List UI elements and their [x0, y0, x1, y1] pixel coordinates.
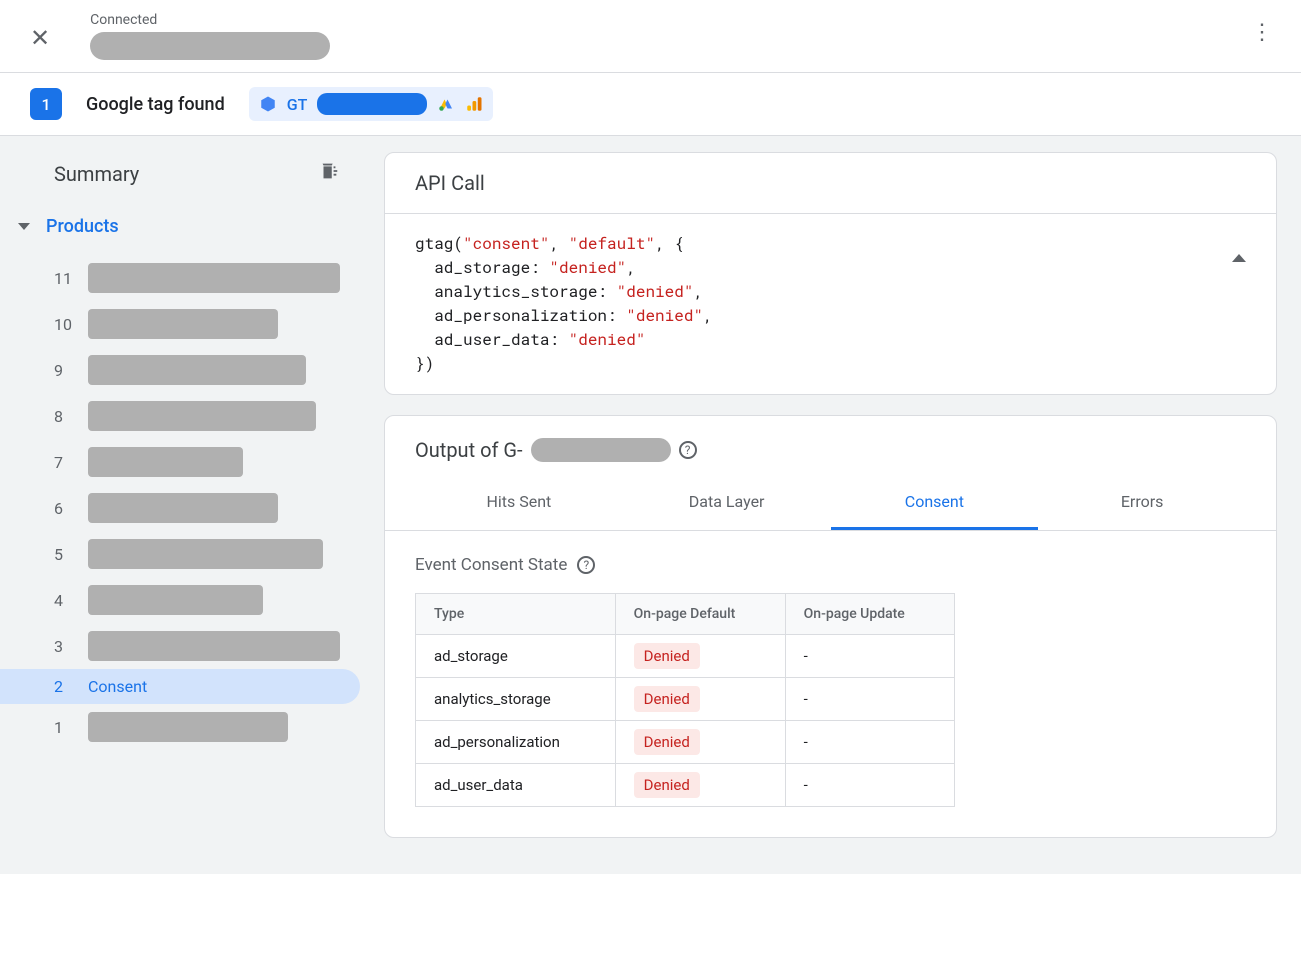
- denied-badge: Denied: [634, 643, 700, 669]
- event-label: Consent: [88, 677, 147, 696]
- consent-table: TypeOn-page DefaultOn-page Update ad_sto…: [415, 593, 955, 807]
- products-label: Products: [46, 216, 119, 237]
- consent-update: -: [785, 764, 954, 807]
- event-label-redacted: [88, 263, 340, 293]
- google-ads-icon: [437, 95, 455, 113]
- connected-label: Connected: [90, 12, 330, 28]
- more-menu-icon[interactable]: ⋮: [1243, 12, 1281, 53]
- event-number: 8: [54, 407, 74, 426]
- event-number: 4: [54, 591, 74, 610]
- event-label-redacted: [88, 447, 243, 477]
- sidebar-item[interactable]: 6: [0, 485, 360, 531]
- event-label-redacted: [88, 539, 323, 569]
- event-label-redacted: [88, 712, 288, 742]
- denied-badge: Denied: [634, 772, 700, 798]
- gt-prefix: GT: [287, 95, 308, 114]
- table-row: analytics_storage Denied -: [416, 678, 955, 721]
- tab-data-layer[interactable]: Data Layer: [623, 476, 831, 530]
- event-label-redacted: [88, 401, 316, 431]
- close-icon[interactable]: ✕: [30, 12, 70, 52]
- output-tabs: Hits SentData LayerConsentErrors: [385, 476, 1276, 531]
- event-label-redacted: [88, 493, 278, 523]
- event-number: 1: [54, 718, 74, 737]
- clear-icon[interactable]: [318, 160, 340, 188]
- sidebar-item[interactable]: 8: [0, 393, 360, 439]
- table-row: ad_personalization Denied -: [416, 721, 955, 764]
- sidebar: Summary Products 11 10 9 8 7 6 5 4 3 2 Consent 1: [0, 136, 360, 874]
- gt-id-redacted: [317, 93, 427, 115]
- tab-hits-sent[interactable]: Hits Sent: [415, 476, 623, 530]
- analytics-icon: [465, 95, 483, 113]
- consent-type: analytics_storage: [416, 678, 616, 721]
- event-number: 9: [54, 361, 74, 380]
- products-header[interactable]: Products: [0, 216, 360, 237]
- tag-found-text: Google tag found: [86, 94, 225, 115]
- tag-pill[interactable]: GT: [249, 87, 494, 121]
- consent-update: -: [785, 635, 954, 678]
- consent-default: Denied: [615, 635, 785, 678]
- gtag-icon: [259, 95, 277, 113]
- collapse-icon[interactable]: [1232, 232, 1246, 256]
- output-panel: Output of G- ? Hits SentData LayerConsen…: [384, 415, 1277, 838]
- event-consent-title: Event Consent State: [415, 555, 567, 575]
- consent-section: Event Consent State ? TypeOn-page Defaul…: [385, 531, 1276, 837]
- sidebar-item[interactable]: 5: [0, 531, 360, 577]
- event-label-redacted: [88, 355, 306, 385]
- event-list: 11 10 9 8 7 6 5 4 3 2 Consent 1: [0, 255, 360, 750]
- consent-type: ad_storage: [416, 635, 616, 678]
- consent-default: Denied: [615, 721, 785, 764]
- output-title: Output of G-: [415, 438, 523, 462]
- top-bar: ✕ Connected ⋮: [0, 0, 1301, 73]
- consent-type: ad_personalization: [416, 721, 616, 764]
- tag-count-badge: 1: [30, 88, 62, 120]
- output-header: Output of G- ?: [385, 416, 1276, 462]
- summary-title[interactable]: Summary: [54, 162, 139, 186]
- consent-default: Denied: [615, 678, 785, 721]
- table-header: Type: [416, 594, 616, 635]
- table-header: On-page Update: [785, 594, 954, 635]
- table-header: On-page Default: [615, 594, 785, 635]
- event-number: 10: [54, 315, 74, 334]
- table-row: ad_user_data Denied -: [416, 764, 955, 807]
- sidebar-item[interactable]: 1: [0, 704, 360, 750]
- caret-down-icon: [18, 223, 30, 230]
- sidebar-item[interactable]: 9: [0, 347, 360, 393]
- content: API Call gtag("consent", "default", { ad…: [360, 136, 1301, 874]
- event-label-redacted: [88, 585, 263, 615]
- api-call-header: API Call: [385, 153, 1276, 214]
- consent-update: -: [785, 721, 954, 764]
- event-label-redacted: [88, 309, 278, 339]
- sidebar-item[interactable]: 11: [0, 255, 360, 301]
- api-call-panel: API Call gtag("consent", "default", { ad…: [384, 152, 1277, 395]
- consent-update: -: [785, 678, 954, 721]
- consent-type: ad_user_data: [416, 764, 616, 807]
- event-number: 6: [54, 499, 74, 518]
- denied-badge: Denied: [634, 729, 700, 755]
- main-area: Summary Products 11 10 9 8 7 6 5 4 3 2 Consent 1 AP…: [0, 136, 1301, 874]
- sidebar-item-consent[interactable]: 2 Consent: [0, 669, 360, 704]
- help-icon[interactable]: ?: [577, 556, 595, 574]
- tab-errors[interactable]: Errors: [1038, 476, 1246, 530]
- sidebar-item[interactable]: 4: [0, 577, 360, 623]
- tag-found-row: 1 Google tag found GT: [0, 73, 1301, 136]
- sidebar-item[interactable]: 3: [0, 623, 360, 669]
- connection-block: Connected: [90, 12, 330, 60]
- connected-value-redacted: [90, 32, 330, 60]
- event-number: 3: [54, 637, 74, 656]
- event-number: 7: [54, 453, 74, 472]
- table-row: ad_storage Denied -: [416, 635, 955, 678]
- api-call-code: gtag("consent", "default", { ad_storage:…: [385, 214, 1276, 394]
- event-label-redacted: [88, 631, 340, 661]
- help-icon[interactable]: ?: [679, 441, 697, 459]
- denied-badge: Denied: [634, 686, 700, 712]
- sidebar-item[interactable]: 7: [0, 439, 360, 485]
- tab-consent[interactable]: Consent: [831, 476, 1039, 530]
- consent-default: Denied: [615, 764, 785, 807]
- event-number: 11: [54, 269, 74, 288]
- sidebar-item[interactable]: 10: [0, 301, 360, 347]
- output-id-redacted: [531, 438, 671, 462]
- event-number: 5: [54, 545, 74, 564]
- api-call-title: API Call: [415, 171, 485, 195]
- event-number: 2: [54, 677, 74, 696]
